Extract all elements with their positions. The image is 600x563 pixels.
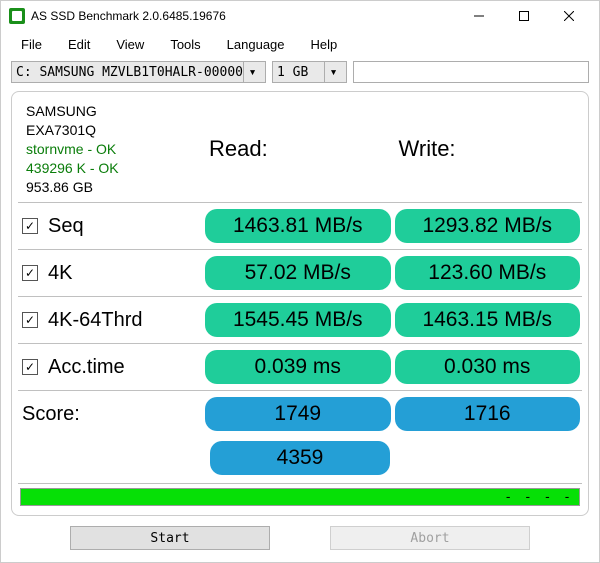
- chevron-down-icon: ▾: [243, 62, 261, 82]
- k4-read-cell: 57.02 MB/s: [203, 250, 393, 297]
- maximize-button[interactable]: [501, 1, 546, 31]
- alignment-status: 439296 K - OK: [26, 159, 119, 178]
- k464-read-cell: 1545.45 MB/s: [203, 297, 393, 344]
- menu-edit[interactable]: Edit: [58, 35, 100, 54]
- app-icon: [9, 8, 25, 24]
- k4-label: 4K: [48, 262, 72, 285]
- start-button[interactable]: Start: [70, 526, 270, 550]
- menu-bar: File Edit View Tools Language Help: [1, 31, 599, 57]
- header-read: Read:: [203, 96, 393, 203]
- abort-button: Abort: [330, 526, 530, 550]
- close-icon: [564, 11, 574, 21]
- row-seq: Seq: [18, 203, 203, 250]
- drive-select-value: C: SAMSUNG MZVLB1T0HALR-00000: [16, 65, 243, 80]
- k4-read-value: 57.02 MB/s: [205, 256, 391, 290]
- size-select-value: 1 GB: [277, 65, 308, 80]
- acc-read-value: 0.039 ms: [205, 350, 391, 384]
- progress-bar: - - - -: [20, 488, 580, 506]
- k4-write-cell: 123.60 MB/s: [393, 250, 583, 297]
- close-button[interactable]: [546, 1, 591, 31]
- seq-read-value: 1463.81 MB/s: [205, 209, 391, 243]
- score-write-cell: 1716: [393, 391, 583, 437]
- drive-info: SAMSUNG EXA7301Q stornvme - OK 439296 K …: [18, 96, 203, 203]
- score-read-cell: 1749: [203, 391, 393, 437]
- seq-read-cell: 1463.81 MB/s: [203, 203, 393, 250]
- chevron-down-icon: ▾: [324, 62, 342, 82]
- minimize-button[interactable]: [456, 1, 501, 31]
- drive-model: SAMSUNG: [26, 102, 97, 121]
- row-total: 4359: [18, 437, 582, 484]
- menu-file[interactable]: File: [11, 35, 52, 54]
- title-bar: AS SSD Benchmark 2.0.6485.19676: [1, 1, 599, 31]
- window-controls: [456, 1, 591, 31]
- app-window: AS SSD Benchmark 2.0.6485.19676 File Edi…: [0, 0, 600, 563]
- seq-write-cell: 1293.82 MB/s: [393, 203, 583, 250]
- window-title: AS SSD Benchmark 2.0.6485.19676: [31, 9, 456, 23]
- k4-checkbox[interactable]: [22, 265, 38, 281]
- score-read-value: 1749: [205, 397, 391, 431]
- drive-capacity: 953.86 GB: [26, 178, 93, 197]
- k464-checkbox[interactable]: [22, 312, 38, 328]
- k464-write-value: 1463.15 MB/s: [395, 303, 581, 337]
- row-score: Score:: [18, 391, 203, 437]
- acc-checkbox[interactable]: [22, 359, 38, 375]
- progress-marks: - - - -: [504, 489, 573, 505]
- k464-label: 4K-64Thrd: [48, 309, 143, 332]
- size-select[interactable]: 1 GB ▾: [272, 61, 347, 83]
- drive-serial: EXA7301Q: [26, 121, 96, 140]
- acc-write-value: 0.030 ms: [395, 350, 581, 384]
- drive-select[interactable]: C: SAMSUNG MZVLB1T0HALR-00000 ▾: [11, 61, 266, 83]
- menu-language[interactable]: Language: [217, 35, 295, 54]
- score-label: Score:: [22, 403, 80, 426]
- menu-help[interactable]: Help: [301, 35, 348, 54]
- seq-write-value: 1293.82 MB/s: [395, 209, 581, 243]
- driver-status: stornvme - OK: [26, 140, 116, 159]
- menu-tools[interactable]: Tools: [160, 35, 210, 54]
- seq-label: Seq: [48, 215, 84, 238]
- acc-read-cell: 0.039 ms: [203, 344, 393, 391]
- row-4k: 4K: [18, 250, 203, 297]
- bottom-bar: Start Abort: [1, 522, 599, 562]
- score-total-value: 4359: [210, 441, 390, 475]
- acc-label: Acc.time: [48, 356, 125, 379]
- results-grid: SAMSUNG EXA7301Q stornvme - OK 439296 K …: [18, 96, 582, 484]
- row-acc: Acc.time: [18, 344, 203, 391]
- minimize-icon: [474, 11, 484, 21]
- acc-write-cell: 0.030 ms: [393, 344, 583, 391]
- maximize-icon: [519, 11, 529, 21]
- k464-write-cell: 1463.15 MB/s: [393, 297, 583, 344]
- row-4k64: 4K-64Thrd: [18, 297, 203, 344]
- k4-write-value: 123.60 MB/s: [395, 256, 581, 290]
- header-write: Write:: [393, 96, 583, 203]
- score-write-value: 1716: [395, 397, 581, 431]
- menu-view[interactable]: View: [106, 35, 154, 54]
- results-panel: SAMSUNG EXA7301Q stornvme - OK 439296 K …: [11, 91, 589, 516]
- empty-field[interactable]: [353, 61, 589, 83]
- k464-read-value: 1545.45 MB/s: [205, 303, 391, 337]
- selector-bar: C: SAMSUNG MZVLB1T0HALR-00000 ▾ 1 GB ▾: [1, 57, 599, 87]
- seq-checkbox[interactable]: [22, 218, 38, 234]
